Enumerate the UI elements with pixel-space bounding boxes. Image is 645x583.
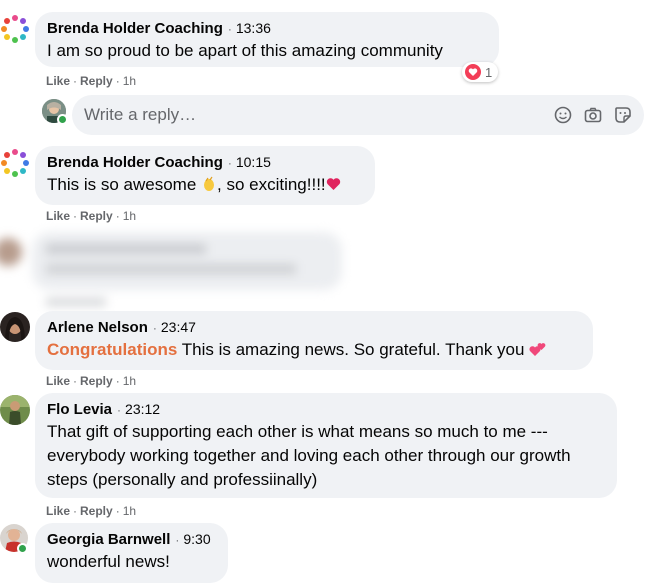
comment-age[interactable]: 1h [123,209,136,223]
avatar-brenda-2[interactable] [0,148,30,178]
clapping-hands-emoji [201,175,217,194]
online-status-dot [17,543,28,554]
reply-placeholder: Write a reply… [84,105,197,124]
comment-text: I am so proud to be apart of this amazin… [47,41,443,60]
comment-time[interactable]: 10:15 [236,154,271,170]
comment-age[interactable]: 1h [123,374,136,388]
comment-bubble-5: Georgia Barnwell · 9:30 wonderful news! [35,523,228,583]
like-link[interactable]: Like [46,209,70,223]
comment-time[interactable]: 9:30 [183,531,210,547]
arlene-photo-icon [0,312,30,342]
avatar-arlene[interactable] [0,312,30,342]
sticker-icon[interactable] [614,106,632,129]
comment-author[interactable]: Brenda Holder Coaching [47,154,223,171]
reaction-count: 1 [485,64,493,80]
comment-text: wonderful news! [47,552,170,571]
comment-author[interactable]: Arlene Nelson [47,319,148,336]
comment-text-start: This is so awesome [47,175,201,194]
meta-dot: · [152,321,157,335]
avatar-flo[interactable] [0,395,30,425]
red-heart-emoji [326,175,341,194]
reply-link[interactable]: Reply [80,209,113,223]
comment-author[interactable]: Flo Levia [47,401,112,418]
comment-actions-4: Like · Reply · 1h [46,504,137,518]
emoji-icon[interactable] [554,106,572,129]
heart-reaction-icon [465,64,481,80]
reply-link[interactable]: Reply [80,374,113,388]
reply-link[interactable]: Reply [80,504,113,518]
blurred-comment [0,232,354,312]
comment-time[interactable]: 23:47 [161,319,196,335]
meta-dot: · [227,22,232,36]
like-link[interactable]: Like [46,374,70,388]
meta-dot: · [117,403,122,417]
comment-age[interactable]: 1h [123,504,136,518]
brenda-logo-icon [0,148,30,178]
comment-bubble-4: Flo Levia · 23:12 That gift of supporting … [35,393,617,498]
comment-text: This is so awesome , so exciting!!!! [47,173,363,197]
comment-bubble-3: Arlene Nelson · 23:47 Congratulations This… [35,311,593,370]
two-hearts-emoji [529,340,547,359]
comment-actions-3: Like · Reply · 1h [46,374,137,388]
like-link[interactable]: Like [46,504,70,518]
online-status-dot [57,114,68,125]
reaction-badge[interactable]: 1 [462,62,499,82]
meta-dot: · [227,156,232,170]
camera-icon[interactable] [584,106,602,129]
comment-text-end: , so exciting!!!! [217,175,326,194]
comment-bubble-1: Brenda Holder Coaching · 13:36 I am so pro… [35,12,499,67]
like-link[interactable]: Like [46,74,70,88]
comment-text: That gift of supporting each other is wh… [47,422,571,489]
comment-time[interactable]: 13:36 [236,20,271,36]
avatar-brenda-1[interactable] [0,14,30,44]
comment-actions-1: Like · Reply · 1h [46,74,137,88]
comment-age[interactable]: 1h [123,74,136,88]
comment-actions-2: Like · Reply · 1h [46,209,137,223]
comment-author[interactable]: Georgia Barnwell [47,531,170,548]
meta-dot: · [175,533,180,547]
comment-author[interactable]: Brenda Holder Coaching [47,20,223,37]
comment-time[interactable]: 23:12 [125,401,160,417]
highlight-text: Congratulations [47,340,178,359]
reply-input[interactable]: Write a reply… [72,95,644,135]
brenda-logo-icon [0,14,30,44]
flo-photo-icon [0,395,30,425]
comment-text-body: This is amazing news. So grateful. Thank… [177,340,530,359]
comment-text: Congratulations This is amazing news. So… [47,338,581,362]
reply-link[interactable]: Reply [80,74,113,88]
comment-bubble-2: Brenda Holder Coaching · 10:15 This is so … [35,146,375,205]
